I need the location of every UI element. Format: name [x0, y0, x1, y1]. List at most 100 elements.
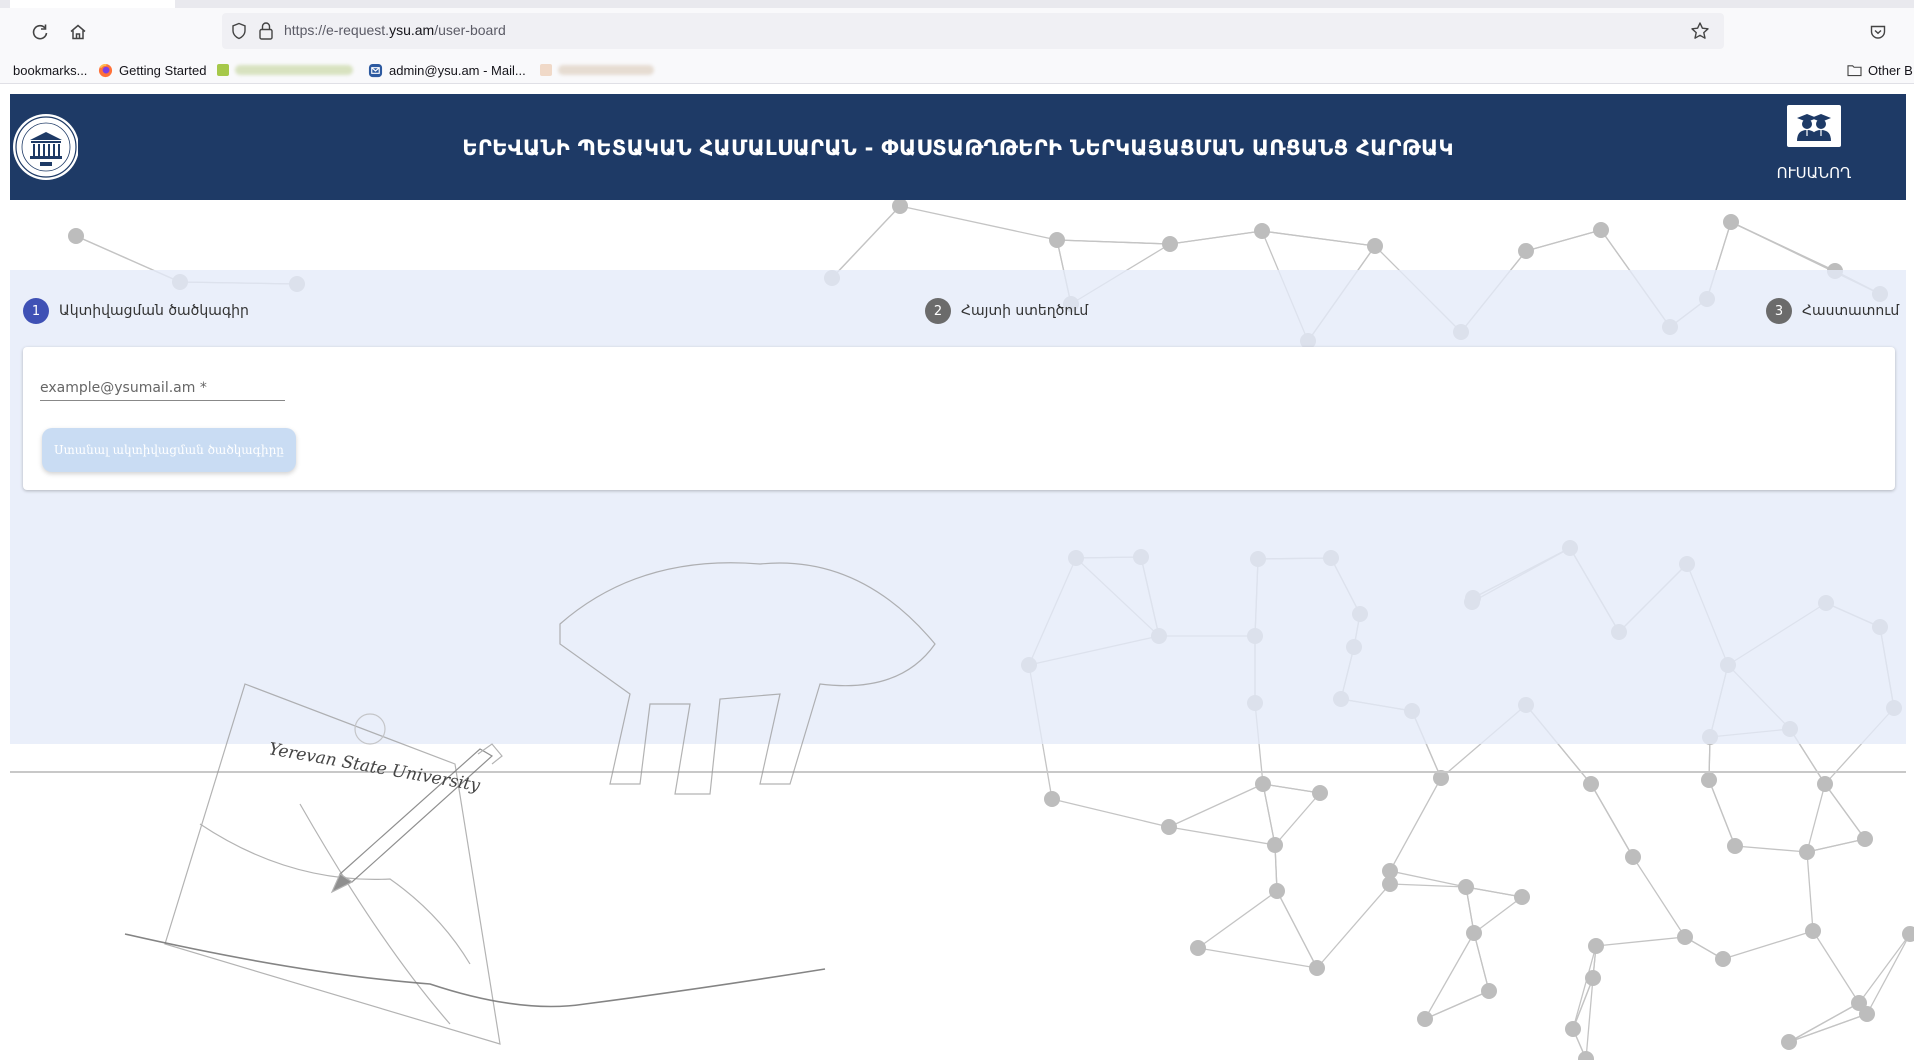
network-node	[1585, 970, 1601, 986]
step-3-label: Հաստատում	[1802, 303, 1900, 319]
network-edge	[1056, 239, 1171, 245]
other-bookmarks[interactable]: Other B	[1847, 61, 1913, 79]
lock-icon[interactable]	[258, 21, 274, 41]
network-edge	[1261, 230, 1376, 247]
tab-strip	[0, 0, 1914, 8]
network-node	[1583, 776, 1599, 792]
star-icon[interactable]	[1690, 21, 1710, 41]
reload-button[interactable]	[28, 20, 52, 44]
network-node	[1859, 1006, 1875, 1022]
student-label[interactable]: ՈՒՍԱՆՈՂ	[1760, 164, 1868, 182]
network-node	[1255, 776, 1271, 792]
step-3[interactable]: 3 Հաստատում	[1766, 298, 1899, 324]
network-node	[1805, 923, 1821, 939]
network-node	[1715, 951, 1731, 967]
network-edge	[1585, 977, 1594, 1060]
network-node	[1481, 983, 1497, 999]
url-prefix: https://e-request.	[284, 22, 390, 38]
reload-icon	[32, 24, 48, 40]
pocket-button[interactable]	[1866, 20, 1890, 44]
address-bar[interactable]: https://e-request.ysu.am/user-board	[222, 13, 1724, 49]
network-node	[1044, 791, 1060, 807]
stepper-panel: 1 Ակտիվացման ծածկագիր 2 Հայտի ստեղծում 3…	[10, 270, 1906, 744]
bookmark-label: Getting Started	[119, 62, 207, 78]
student-button[interactable]	[1787, 105, 1841, 147]
step-2-number: 2	[925, 298, 951, 324]
bookmark-label: bookmarks...	[13, 62, 88, 78]
network-node	[1723, 214, 1739, 230]
network-node	[1458, 879, 1474, 895]
bookmark-item[interactable]: admin@ysu.am - Mail...	[368, 61, 526, 79]
network-edge	[1734, 845, 1808, 853]
network-edge	[1788, 1002, 1860, 1043]
blurred-bookmark-label	[558, 65, 654, 75]
network-edge	[1051, 798, 1170, 828]
network-node	[1161, 819, 1177, 835]
network-node	[1309, 960, 1325, 976]
page: ԵՐԵՎԱՆԻ ՊԵՏԱԿԱՆ ՀԱՄԱԼՍԱՐԱՆ - ՓԱՍՏԱԹՂԹԵՐԻ…	[0, 84, 1914, 1060]
home-button[interactable]	[66, 20, 90, 44]
network-edge	[1197, 890, 1278, 949]
network-node	[1781, 1034, 1797, 1050]
url-domain: ysu.am	[389, 22, 435, 38]
page-title: ԵՐԵՎԱՆԻ ՊԵՏԱԿԱՆ ՀԱՄԱԼՍԱՐԱՆ - ՓԱՍՏԱԹՂԹԵՐԻ…	[462, 136, 1454, 160]
network-node	[1514, 889, 1530, 905]
bookmark-item[interactable]: Getting Started	[98, 61, 206, 79]
network-edge	[1708, 779, 1736, 847]
step-1-label: Ակտիվացման ծածկագիր	[59, 303, 249, 319]
activation-card: Ստանալ ակտիվացման ծածկագիրը	[23, 347, 1895, 490]
network-edge	[1169, 230, 1263, 245]
network-edge	[1168, 783, 1264, 828]
network-node	[1518, 243, 1534, 259]
network-edge	[1806, 851, 1814, 932]
bookmark-item[interactable]: bookmarks...	[13, 61, 87, 79]
active-tab-edge[interactable]	[10, 0, 175, 8]
network-edge	[899, 205, 1058, 241]
step-2-label: Հայտի ստեղծում	[961, 303, 1089, 319]
network-edge	[1262, 783, 1321, 794]
network-node	[68, 228, 84, 244]
network-node	[1677, 929, 1693, 945]
network-edge	[1389, 777, 1442, 872]
network-node	[1382, 876, 1398, 892]
network-edge	[1595, 936, 1686, 947]
step-2[interactable]: 2 Հայտի ստեղծում	[925, 298, 1088, 324]
network-edge	[1806, 838, 1866, 853]
network-node	[1727, 838, 1743, 854]
network-edge	[1424, 990, 1490, 1020]
network-node	[1857, 831, 1873, 847]
network-node	[1367, 238, 1383, 254]
network-node	[1312, 785, 1328, 801]
network-node	[1269, 883, 1285, 899]
network-node	[1593, 222, 1609, 238]
network-edge	[831, 205, 901, 279]
network-node	[1267, 837, 1283, 853]
network-node	[1625, 849, 1641, 865]
step-1-number: 1	[23, 298, 49, 324]
email-field[interactable]	[40, 375, 285, 401]
pocket-icon	[1870, 25, 1886, 39]
step-1[interactable]: 1 Ակտիվացման ծածկագիր	[23, 298, 249, 324]
network-edge	[1465, 886, 1523, 898]
network-node	[892, 198, 908, 214]
firefox-icon	[98, 63, 113, 77]
network-node	[1701, 772, 1717, 788]
network-edge	[1197, 947, 1318, 969]
bookmark-blurred[interactable]	[217, 61, 353, 79]
network-node	[1466, 925, 1482, 941]
graduates-icon	[1797, 114, 1831, 141]
bookmark-blurred[interactable]	[540, 61, 654, 79]
shield-icon[interactable]	[230, 22, 248, 40]
network-edge	[1274, 792, 1321, 846]
network-edge	[1632, 856, 1686, 938]
network-edge	[1276, 890, 1318, 969]
get-activation-code-button[interactable]: Ստանալ ակտիվացման ծածկագիրը	[42, 428, 296, 472]
network-node	[1162, 236, 1178, 252]
network-node	[1190, 940, 1206, 956]
url-text[interactable]: https://e-request.ysu.am/user-board	[284, 22, 506, 38]
home-icon	[70, 24, 86, 40]
step-3-number: 3	[1766, 298, 1792, 324]
network-node	[1049, 232, 1065, 248]
network-edge	[1806, 783, 1826, 853]
network-edge	[1722, 930, 1814, 960]
